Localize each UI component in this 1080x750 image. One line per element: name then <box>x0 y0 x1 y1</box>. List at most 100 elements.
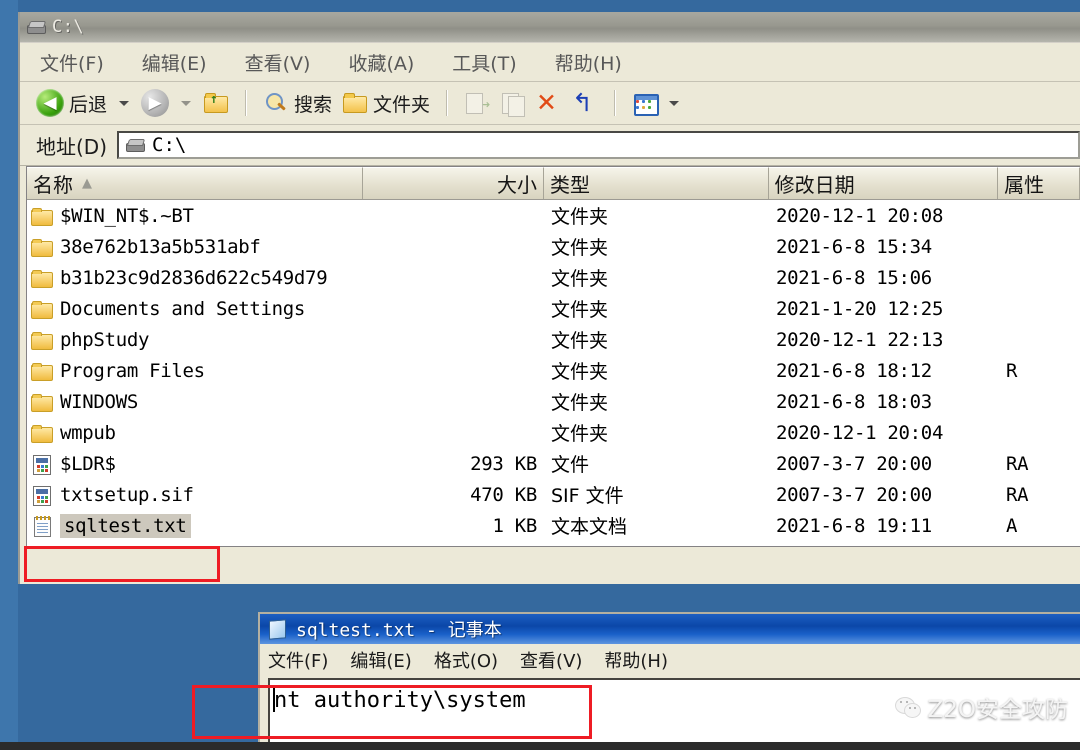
folder-icon <box>31 206 53 226</box>
cell-name: b31b23c9d2836d622c549d79 <box>27 267 364 289</box>
back-dropdown-chevron-down-icon[interactable] <box>119 100 130 106</box>
menu-item-favorites[interactable]: 收藏(A) <box>344 47 418 78</box>
table-row[interactable]: 38e762b13a5b531abf 文件夹 2021-6-8 15:34 <box>27 231 1080 262</box>
table-row[interactable]: $LDR$ 293 KB 文件 2007-3-7 20:00 RA <box>27 448 1080 479</box>
explorer-window: C:\ 文件(F) 编辑(E) 查看(V) 收藏(A) 工具(T) 帮助(H) … <box>18 12 1080 584</box>
menu-item-help[interactable]: 帮助(H) <box>551 47 626 78</box>
sort-ascending-icon: ▲ <box>82 176 92 191</box>
explorer-toolbar: ◀ 后退 ▶ ↑ 搜索 文件夹 ➜ ✕ ↰ <box>20 82 1080 125</box>
notepad-menu-bar: 文件(F) 编辑(E) 格式(O) 查看(V) 帮助(H) <box>260 644 1080 676</box>
cell-type: 文件夹 <box>551 206 609 228</box>
address-bar: 地址(D) C:\ <box>20 125 1080 166</box>
column-header-name-label: 名称 <box>33 173 73 197</box>
cell-type: 文件夹 <box>551 299 609 321</box>
folder-icon <box>31 423 53 443</box>
cell-size: 293 KB <box>470 452 537 475</box>
cell-name: sqltest.txt <box>27 513 364 538</box>
file-name-label: phpStudy <box>60 328 150 351</box>
desktop-left-strip <box>0 0 18 742</box>
undo-button[interactable]: ↰ <box>568 89 602 117</box>
copy-to-button[interactable] <box>496 89 530 117</box>
forward-button[interactable]: ▶ <box>137 87 173 119</box>
column-header-size-label: 大小 <box>497 173 537 197</box>
table-row[interactable]: Program Files 文件夹 2021-6-8 18:12 R <box>27 355 1080 386</box>
column-header-attributes[interactable]: 属性 <box>998 167 1080 199</box>
cell-name: Program Files <box>27 360 364 382</box>
cell-date: 2020-12-1 20:04 <box>776 421 944 444</box>
cell-name: Documents and Settings <box>27 298 364 320</box>
address-bar-label: 地址(D) <box>36 134 108 159</box>
cell-attributes: RA <box>1006 483 1029 506</box>
forward-dropdown-chevron-down-icon[interactable] <box>181 100 192 106</box>
config-file-icon <box>31 485 53 506</box>
table-row[interactable]: wmpub 文件夹 2020-12-1 20:04 <box>27 417 1080 448</box>
table-row[interactable]: Documents and Settings 文件夹 2021-1-20 12:25 <box>27 293 1080 324</box>
column-header-date-label: 修改日期 <box>774 173 855 197</box>
notepad-menu-item-file[interactable]: 文件(F) <box>268 647 328 673</box>
cell-type: 文件 <box>551 454 590 476</box>
table-row[interactable]: phpStudy 文件夹 2020-12-1 22:13 <box>27 324 1080 355</box>
menu-item-edit[interactable]: 编辑(E) <box>138 47 211 78</box>
notepad-menu-item-edit[interactable]: 编辑(E) <box>350 647 411 673</box>
toolbar-separator-1 <box>245 90 248 116</box>
cell-type: 文件夹 <box>551 330 609 352</box>
table-row[interactable]: sqltest.txt 1 KB 文本文档 2021-6-8 19:11 A <box>27 510 1080 541</box>
address-input[interactable]: C:\ <box>117 131 1080 159</box>
folder-icon <box>31 361 53 381</box>
file-name-label: 38e762b13a5b531abf <box>60 235 261 258</box>
wechat-icon <box>894 696 921 718</box>
up-one-level-button[interactable]: ↑ <box>199 89 233 117</box>
column-header-attributes-label: 属性 <box>1004 173 1045 197</box>
views-button[interactable] <box>628 89 689 117</box>
explorer-title-bar: C:\ <box>20 12 1080 43</box>
cell-name: WINDOWS <box>27 391 364 413</box>
cell-date: 2021-6-8 18:12 <box>776 359 932 382</box>
text-caret <box>273 686 275 712</box>
cell-type: 文件夹 <box>551 423 609 445</box>
table-row[interactable]: txtsetup.sif 470 KB SIF 文件 2007-3-7 20:00 RA <box>27 479 1080 510</box>
cell-type: 文件夹 <box>551 237 609 259</box>
views-icon <box>632 91 660 116</box>
back-button[interactable]: ◀ 后退 <box>32 87 111 119</box>
table-row[interactable]: WINDOWS 文件夹 2021-6-8 18:03 <box>27 386 1080 417</box>
copy-to-icon <box>500 91 526 117</box>
file-list-body: $WIN_NT$.~BT 文件夹 2020-12-1 20:08 38e762b13a… <box>27 200 1080 541</box>
search-button[interactable]: 搜索 <box>259 88 336 119</box>
forward-icon: ▶ <box>141 89 170 117</box>
move-to-button[interactable]: ➜ <box>460 89 494 117</box>
folders-button[interactable]: 文件夹 <box>338 88 434 119</box>
column-header-name[interactable]: 名称 ▲ <box>27 167 364 199</box>
column-header-size[interactable]: 大小 <box>363 167 544 199</box>
column-header-type[interactable]: 类型 <box>544 167 769 199</box>
notepad-menu-item-help[interactable]: 帮助(H) <box>604 647 668 673</box>
cell-type: 文本文档 <box>551 516 628 538</box>
table-row[interactable]: b31b23c9d2836d622c549d79 文件夹 2021-6-8 15:0… <box>27 262 1080 293</box>
file-list-header: 名称 ▲ 大小 类型 修改日期 属性 <box>27 167 1080 200</box>
search-button-label: 搜索 <box>294 93 333 116</box>
views-chevron-down-icon[interactable] <box>669 100 680 106</box>
cell-attributes: A <box>1006 514 1018 537</box>
delete-button[interactable]: ✕ <box>532 89 566 117</box>
watermark: Z2O安全攻防 <box>894 690 1068 724</box>
menu-item-view[interactable]: 查看(V) <box>241 47 315 78</box>
move-to-icon: ➜ <box>464 91 490 115</box>
desktop-background: C:\ 文件(F) 编辑(E) 查看(V) 收藏(A) 工具(T) 帮助(H) … <box>0 0 1080 750</box>
menu-item-file[interactable]: 文件(F) <box>36 47 108 78</box>
back-icon: ◀ <box>36 89 64 117</box>
notepad-menu-item-format[interactable]: 格式(O) <box>434 647 498 673</box>
cell-date: 2021-6-8 15:06 <box>776 266 932 289</box>
table-row[interactable]: $WIN_NT$.~BT 文件夹 2020-12-1 20:08 <box>27 200 1080 231</box>
text-file-icon <box>31 516 53 537</box>
file-name-label: txtsetup.sif <box>60 483 194 506</box>
column-header-date[interactable]: 修改日期 <box>768 167 999 199</box>
folder-icon <box>31 268 53 288</box>
notepad-menu-item-view[interactable]: 查看(V) <box>520 647 582 673</box>
address-drive-icon <box>125 138 146 152</box>
cell-date: 2021-1-20 12:25 <box>776 297 944 320</box>
cell-type: 文件夹 <box>551 268 609 290</box>
menu-item-tools[interactable]: 工具(T) <box>448 47 520 78</box>
folders-button-label: 文件夹 <box>373 93 431 116</box>
cell-name: 38e762b13a5b531abf <box>27 236 364 258</box>
cell-date: 2021-6-8 15:34 <box>776 235 932 258</box>
file-name-label: Program Files <box>60 359 205 382</box>
